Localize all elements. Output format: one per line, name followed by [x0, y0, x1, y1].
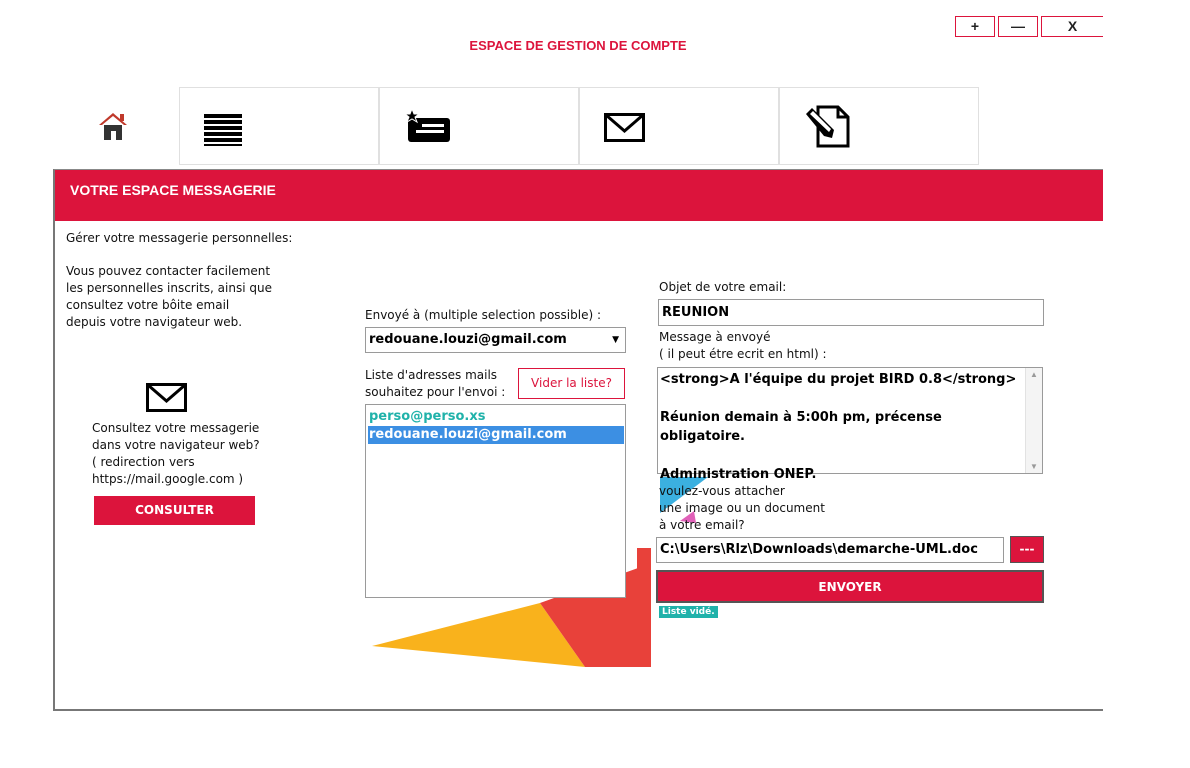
- to-label: Envoyé à (multiple selection possible) :: [365, 308, 602, 322]
- tab-starred[interactable]: [379, 87, 579, 165]
- message-line: Réunion demain à 5:00h pm, précense obli…: [660, 410, 942, 444]
- list-icon: [204, 114, 242, 146]
- subject-input[interactable]: REUNION: [658, 299, 1044, 326]
- message-label: Message à envoyé ( il peut étre ecrit en…: [659, 330, 827, 361]
- list-item-selected[interactable]: redouane.louzi@gmail.com: [368, 426, 624, 444]
- recipient-select-value: redouane.louzi@gmail.com: [369, 332, 567, 347]
- list-label: Liste d'adresses mails souhaitez pour l'…: [365, 368, 506, 399]
- recipient-select[interactable]: redouane.louzi@gmail.com ▼: [365, 327, 626, 353]
- home-tab[interactable]: [96, 110, 132, 144]
- list-item[interactable]: perso@perso.xs: [368, 408, 624, 426]
- chevron-down-icon: ▼: [612, 335, 619, 345]
- edit-document-icon: [806, 105, 850, 148]
- maximize-button[interactable]: +: [955, 16, 995, 37]
- starred-card-icon: [404, 108, 450, 142]
- chevron-up-icon[interactable]: ▲: [1030, 370, 1038, 379]
- tab-edit[interactable]: [779, 87, 979, 165]
- home-icon: [99, 113, 127, 140]
- consult-text: Consultez votre messagerie dans votre na…: [92, 421, 260, 486]
- scrollbar[interactable]: ▲ ▼: [1025, 368, 1042, 473]
- tab-messages[interactable]: [579, 87, 779, 165]
- message-textarea[interactable]: <strong>A l'équipe du projet BIRD 0.8</s…: [657, 367, 1043, 482]
- message-line: [660, 389, 1025, 408]
- message-line: [660, 446, 1025, 465]
- browse-button[interactable]: ---: [1010, 536, 1044, 563]
- attachment-path-input[interactable]: C:\Users\Rlz\Downloads\demarche-UML.doc: [656, 537, 1004, 563]
- clear-list-button[interactable]: Vider la liste?: [518, 368, 625, 399]
- section-heading: Gérer votre messagerie personnelles:: [66, 231, 293, 245]
- intro-text: Vous pouvez contacter facilement les per…: [66, 264, 272, 329]
- panel-header: VOTRE ESPACE MESSAGERIE: [55, 170, 1103, 221]
- app-title: ESPACE DE GESTION DE COMPTE: [469, 38, 687, 53]
- minimize-button[interactable]: —: [998, 16, 1038, 37]
- mail-icon: [146, 382, 188, 419]
- consult-button[interactable]: CONSULTER: [94, 496, 255, 525]
- tab-list[interactable]: [179, 87, 379, 165]
- status-message: Liste vidé.: [659, 606, 718, 618]
- attach-label: voulez-vous attacher une image ou un doc…: [659, 484, 825, 532]
- address-listbox[interactable]: perso@perso.xs redouane.louzi@gmail.com: [365, 404, 626, 598]
- message-line: <strong>A l'équipe du projet BIRD 0.8</s…: [660, 372, 1017, 387]
- close-button[interactable]: X: [1041, 16, 1103, 37]
- message-line: Administration ONEP.: [660, 467, 817, 482]
- subject-label: Objet de votre email:: [659, 280, 787, 294]
- envelope-icon: [604, 113, 645, 142]
- panel-header-title: VOTRE ESPACE MESSAGERIE: [70, 182, 276, 198]
- chevron-down-icon[interactable]: ▼: [1030, 462, 1038, 471]
- send-button[interactable]: ENVOYER: [656, 570, 1044, 603]
